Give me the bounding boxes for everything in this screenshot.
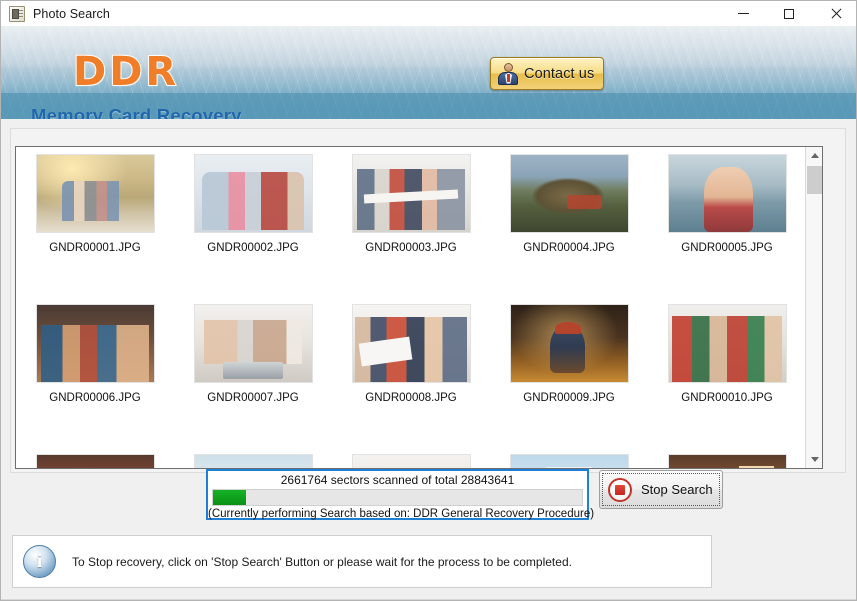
scrollbar-thumb[interactable] bbox=[807, 166, 822, 194]
thumbnail-item[interactable]: GNDR00004.JPG bbox=[490, 147, 648, 297]
thumbnail-image[interactable] bbox=[667, 154, 787, 233]
stop-icon bbox=[608, 477, 632, 502]
thumbnail-filename: GNDR00005.JPG bbox=[681, 242, 773, 254]
thumbnail-image[interactable] bbox=[667, 454, 787, 468]
thumbnail-image[interactable] bbox=[193, 304, 313, 383]
thumbnail-item[interactable] bbox=[490, 447, 648, 468]
thumbnail-filename: GNDR00009.JPG bbox=[523, 392, 615, 404]
thumbnail-item[interactable]: GNDR00009.JPG bbox=[490, 297, 648, 447]
thumbnail-row: GNDR00006.JPG GNDR00007.JPG GNDR00008.JPG G… bbox=[16, 297, 806, 447]
app-banner: DDR Memory Card Recovery Contact us bbox=[1, 26, 856, 119]
person-icon bbox=[496, 62, 520, 86]
thumbnail-item[interactable]: GNDR00005.JPG bbox=[648, 147, 806, 297]
chevron-down-icon bbox=[810, 457, 819, 462]
progress-bar bbox=[212, 489, 583, 506]
thumbnail-item[interactable]: GNDR00010.JPG bbox=[648, 297, 806, 447]
thumbnail-filename: GNDR00002.JPG bbox=[207, 242, 299, 254]
thumbnail-item[interactable]: GNDR00008.JPG bbox=[332, 297, 490, 447]
contact-us-label: Contact us bbox=[524, 65, 595, 82]
thumbnail-image[interactable] bbox=[35, 154, 155, 233]
thumbnail-image[interactable] bbox=[509, 304, 629, 383]
photo-icon bbox=[194, 155, 312, 232]
thumbnail-filename: GNDR00006.JPG bbox=[49, 392, 141, 404]
application-window: Photo Search DDR Memory Card Recovery Co… bbox=[0, 0, 857, 601]
ddr-logo: DDR bbox=[72, 49, 180, 95]
photo-icon bbox=[352, 305, 470, 382]
thumbnail-item[interactable] bbox=[174, 447, 332, 468]
thumbnail-panel[interactable]: GNDR00001.JPG GNDR00002.JPG GNDR00003.JPG G… bbox=[15, 146, 823, 469]
close-button[interactable] bbox=[812, 1, 856, 26]
thumbnail-row bbox=[16, 447, 806, 468]
photo-icon bbox=[352, 455, 470, 468]
thumbnail-filename: GNDR00008.JPG bbox=[365, 392, 457, 404]
scan-progress-panel: 2661764 sectors scanned of total 2884364… bbox=[206, 469, 595, 520]
thumbnail-filename: GNDR00007.JPG bbox=[207, 392, 299, 404]
photo-icon bbox=[194, 455, 312, 468]
photo-icon bbox=[194, 305, 312, 382]
photo-icon bbox=[36, 155, 154, 232]
thumbnail-item[interactable]: GNDR00007.JPG bbox=[174, 297, 332, 447]
photo-icon bbox=[668, 155, 786, 232]
ddr-logo-text: DDR bbox=[72, 49, 180, 95]
thumbnail-image[interactable] bbox=[351, 154, 471, 233]
recovery-procedure-label: (Currently performing Search based on: D… bbox=[208, 508, 595, 520]
title-bar: Photo Search bbox=[1, 1, 856, 27]
thumbnail-item[interactable]: GNDR00006.JPG bbox=[16, 297, 174, 447]
info-icon: i bbox=[23, 545, 56, 578]
window-controls bbox=[720, 1, 856, 26]
main-content: GNDR00001.JPG GNDR00002.JPG GNDR00003.JPG G… bbox=[1, 119, 856, 600]
scroll-up-button[interactable] bbox=[806, 147, 822, 164]
close-icon bbox=[830, 8, 841, 19]
photo-icon bbox=[352, 155, 470, 232]
photo-icon bbox=[510, 305, 628, 382]
vertical-scrollbar[interactable] bbox=[805, 147, 822, 468]
maximize-button[interactable] bbox=[766, 1, 812, 26]
photo-icon bbox=[510, 455, 628, 468]
thumbnail-item[interactable] bbox=[332, 447, 490, 468]
thumbnail-image[interactable] bbox=[667, 304, 787, 383]
page-title: Memory Card Recovery bbox=[31, 105, 242, 119]
stop-search-label: Stop Search bbox=[641, 482, 713, 497]
photo-icon bbox=[36, 455, 154, 468]
thumbnail-grid: GNDR00001.JPG GNDR00002.JPG GNDR00003.JPG G… bbox=[16, 147, 806, 468]
thumbnail-filename: GNDR00010.JPG bbox=[681, 392, 773, 404]
info-message: To Stop recovery, click on 'Stop Search'… bbox=[72, 554, 572, 569]
chevron-up-icon bbox=[810, 153, 819, 158]
photo-icon bbox=[668, 305, 786, 382]
thumbnail-scroll-area: GNDR00001.JPG GNDR00002.JPG GNDR00003.JPG G… bbox=[16, 147, 806, 468]
document-icon bbox=[9, 5, 25, 22]
minimize-icon bbox=[737, 13, 749, 14]
thumbnail-image[interactable] bbox=[193, 154, 313, 233]
window-title: Photo Search bbox=[33, 6, 110, 21]
scroll-down-button[interactable] bbox=[806, 451, 822, 468]
maximize-icon bbox=[784, 8, 794, 19]
contact-us-button[interactable]: Contact us bbox=[490, 57, 604, 90]
photo-icon bbox=[668, 455, 786, 468]
stop-search-button[interactable]: Stop Search bbox=[599, 470, 723, 509]
thumbnail-image[interactable] bbox=[35, 454, 155, 468]
thumbnail-filename: GNDR00004.JPG bbox=[523, 242, 615, 254]
thumbnail-image[interactable] bbox=[351, 304, 471, 383]
photo-icon bbox=[510, 155, 628, 232]
thumbnail-image[interactable] bbox=[351, 454, 471, 468]
sectors-scanned-label: 2661764 sectors scanned of total 2884364… bbox=[280, 473, 515, 487]
thumbnail-item[interactable] bbox=[16, 447, 174, 468]
thumbnail-row: GNDR00001.JPG GNDR00002.JPG GNDR00003.JPG G… bbox=[16, 147, 806, 297]
thumbnail-image[interactable] bbox=[193, 454, 313, 468]
minimize-button[interactable] bbox=[720, 1, 766, 26]
thumbnail-image[interactable] bbox=[509, 454, 629, 468]
thumbnail-image[interactable] bbox=[35, 304, 155, 383]
progress-bar-fill bbox=[213, 490, 247, 505]
info-bar: i To Stop recovery, click on 'Stop Searc… bbox=[12, 535, 712, 588]
thumbnail-image[interactable] bbox=[509, 154, 629, 233]
thumbnail-filename: GNDR00001.JPG bbox=[49, 242, 141, 254]
photo-icon bbox=[36, 305, 154, 382]
thumbnail-item[interactable]: GNDR00003.JPG bbox=[332, 147, 490, 297]
thumbnail-item[interactable] bbox=[648, 447, 806, 468]
thumbnail-item[interactable]: GNDR00001.JPG bbox=[16, 147, 174, 297]
thumbnail-item[interactable]: GNDR00002.JPG bbox=[174, 147, 332, 297]
bottom-divider bbox=[1, 599, 856, 600]
thumbnail-filename: GNDR00003.JPG bbox=[365, 242, 457, 254]
